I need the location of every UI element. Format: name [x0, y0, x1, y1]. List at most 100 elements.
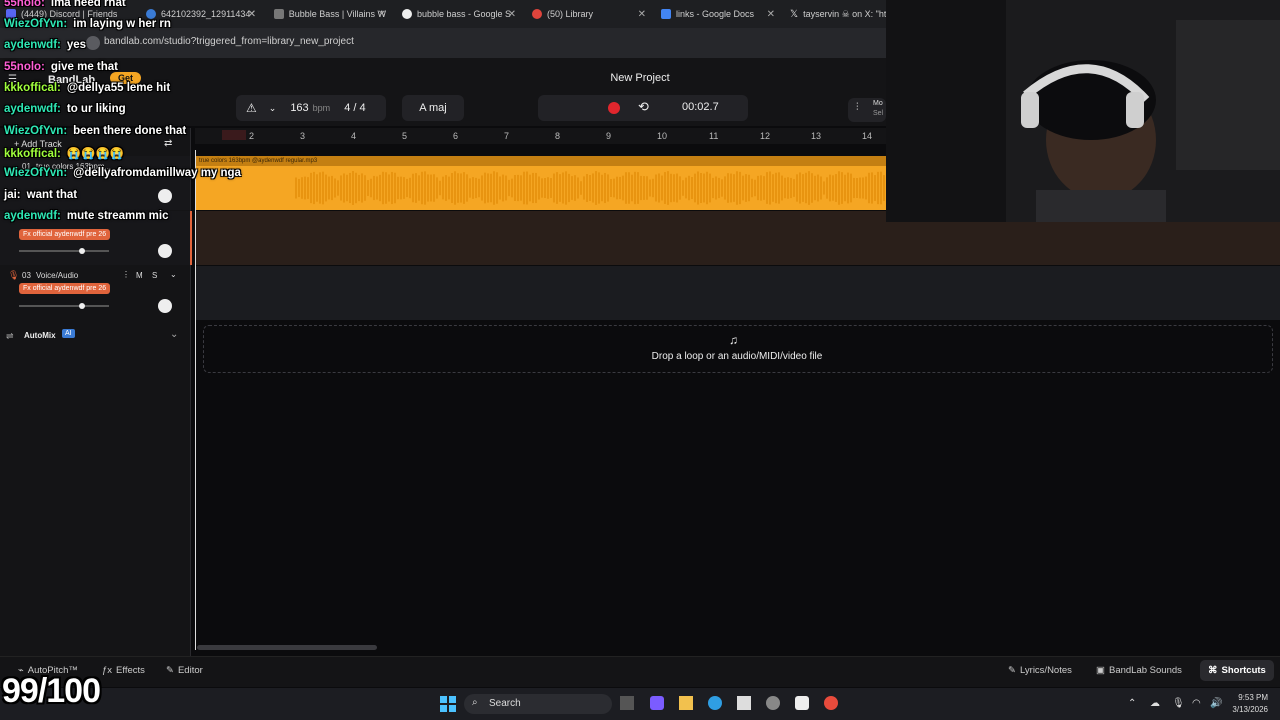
- capcut-icon[interactable]: [795, 696, 809, 710]
- volume-slider[interactable]: [19, 303, 109, 309]
- more-icon[interactable]: ⋮: [122, 270, 130, 279]
- waveform-bar: [496, 172, 498, 204]
- waveform-bar: [424, 171, 426, 205]
- bpm-value[interactable]: 163: [290, 102, 308, 114]
- record-button[interactable]: [608, 102, 620, 114]
- track-name[interactable]: Voice/Audio: [36, 271, 78, 280]
- waveform-bar: [310, 172, 312, 204]
- loop-region[interactable]: [222, 130, 246, 140]
- waveform-bar: [448, 176, 450, 200]
- fx-badge[interactable]: Fx official aydenwdf pre 26: [19, 283, 111, 294]
- chevron-down-icon[interactable]: ⌄: [170, 329, 178, 340]
- editor-button[interactable]: ✎ Editor: [166, 665, 203, 676]
- waveform-bar: [472, 177, 474, 199]
- waveform-bar: [643, 176, 645, 200]
- file-explorer-icon[interactable]: [679, 696, 693, 710]
- waveform-bar: [766, 172, 768, 204]
- tempo-control[interactable]: ⚠ ⌄ 163 bpm 4 / 4: [236, 95, 386, 121]
- track-lane-3[interactable]: [195, 266, 1280, 320]
- waveform-bar: [721, 179, 723, 197]
- waveform-bar: [316, 174, 318, 202]
- horizontal-scrollbar[interactable]: [197, 645, 377, 650]
- chevron-up-icon[interactable]: ⌃: [1128, 698, 1136, 709]
- shortcuts-button[interactable]: ⌘ Shortcuts: [1200, 660, 1274, 681]
- mix-panel-button[interactable]: ⫶ Mo Sel: [848, 98, 886, 122]
- time-signature[interactable]: 4 / 4: [344, 102, 365, 114]
- slider-handle[interactable]: [79, 303, 85, 309]
- waveform-bar: [523, 171, 525, 205]
- waveform-bar: [415, 173, 417, 203]
- metronome-icon[interactable]: ⚠: [246, 101, 257, 115]
- waveform-bar: [487, 173, 489, 203]
- edge-icon[interactable]: [708, 696, 722, 710]
- waveform-bar: [718, 177, 720, 199]
- clock-time[interactable]: 9:53 PM: [1232, 693, 1268, 702]
- microphone-icon[interactable]: 🎙: [1172, 698, 1185, 709]
- bandlab-sounds-button[interactable]: ▣ BandLab Sounds: [1096, 665, 1182, 676]
- site-info-icon[interactable]: [86, 36, 100, 50]
- tab-x[interactable]: 𝕏tayservin ☠ on X: "ht: [790, 4, 886, 24]
- lyrics-notes-button[interactable]: ✎ Lyrics/Notes: [1008, 665, 1072, 676]
- close-icon[interactable]: ✕: [508, 9, 516, 20]
- playhead[interactable]: [195, 150, 196, 650]
- windows-start-icon[interactable]: [440, 696, 456, 712]
- tab-docs[interactable]: links - Google Docs ✕: [661, 4, 775, 24]
- fx-badge[interactable]: Fx official aydenwdf pre 26: [19, 229, 111, 240]
- drop-zone[interactable]: [203, 325, 1273, 373]
- tab-library[interactable]: (50) Library ✕: [532, 4, 646, 24]
- audio-region[interactable]: true colors 163bpm @aydenwdf regular.mp3: [195, 156, 886, 210]
- clock-date[interactable]: 3/13/2026: [1226, 705, 1268, 714]
- chrome-icon[interactable]: [824, 696, 838, 710]
- waveform-bar: [646, 176, 648, 200]
- waveform-bar: [811, 173, 813, 203]
- waveform-bar: [763, 176, 765, 200]
- waveform-bar: [835, 174, 837, 202]
- url-field[interactable]: bandlab.com/studio?triggered_from=librar…: [104, 36, 354, 47]
- close-icon[interactable]: ✕: [248, 9, 256, 20]
- key-control[interactable]: A maj: [402, 95, 464, 121]
- waveform-bar: [388, 174, 390, 202]
- volume-slider[interactable]: [19, 248, 109, 254]
- automix-label[interactable]: AutoMix: [24, 331, 56, 340]
- pan-knob[interactable]: [158, 244, 172, 258]
- waveform-bar: [655, 174, 657, 202]
- timeline-ruler[interactable]: [195, 128, 886, 144]
- taskbar-search[interactable]: ⌕ Search: [464, 694, 612, 714]
- tab-bubble-bass[interactable]: Bubble Bass | Villains W ✕: [274, 4, 386, 24]
- effects-button[interactable]: ƒx Effects: [102, 665, 145, 676]
- task-view-icon[interactable]: [620, 696, 634, 710]
- waveform-bar: [793, 179, 795, 197]
- close-icon[interactable]: ✕: [638, 9, 646, 20]
- waveform-bar: [625, 172, 627, 204]
- project-title[interactable]: New Project: [560, 72, 720, 84]
- close-icon[interactable]: ✕: [767, 9, 775, 20]
- chevron-down-icon[interactable]: ⌄: [269, 103, 277, 114]
- store-icon[interactable]: [737, 696, 751, 710]
- chevron-down-icon[interactable]: ⌄: [170, 270, 177, 279]
- waveform-bar: [505, 175, 507, 201]
- pan-knob[interactable]: [158, 299, 172, 313]
- ruler-mark: 3: [300, 131, 306, 141]
- close-icon[interactable]: ✕: [378, 9, 386, 20]
- tab-google[interactable]: bubble bass - Google S ✕: [402, 4, 516, 24]
- steam-icon[interactable]: [766, 696, 780, 710]
- solo-button[interactable]: S: [152, 271, 157, 280]
- waveform-bar: [394, 172, 396, 204]
- waveform-bar: [871, 172, 873, 204]
- wifi-icon[interactable]: ◠: [1192, 698, 1201, 709]
- waveform-bar: [778, 172, 780, 204]
- waveform-bar: [814, 175, 816, 201]
- ruler-mark: 13: [811, 131, 822, 141]
- loop-icon[interactable]: ⟲: [638, 99, 649, 115]
- volume-icon[interactable]: 🔊: [1210, 698, 1222, 709]
- copilot-icon[interactable]: [650, 696, 664, 710]
- waveform-bar: [682, 180, 684, 196]
- track-settings-icon[interactable]: ⇄: [164, 138, 172, 149]
- pan-knob[interactable]: [158, 189, 172, 203]
- waveform-bar: [445, 175, 447, 201]
- cloud-icon[interactable]: ☁: [1150, 698, 1160, 709]
- ruler-mark: 7: [504, 131, 510, 141]
- waveform-bar: [466, 174, 468, 202]
- mute-button[interactable]: M: [136, 271, 143, 280]
- slider-handle[interactable]: [79, 248, 85, 254]
